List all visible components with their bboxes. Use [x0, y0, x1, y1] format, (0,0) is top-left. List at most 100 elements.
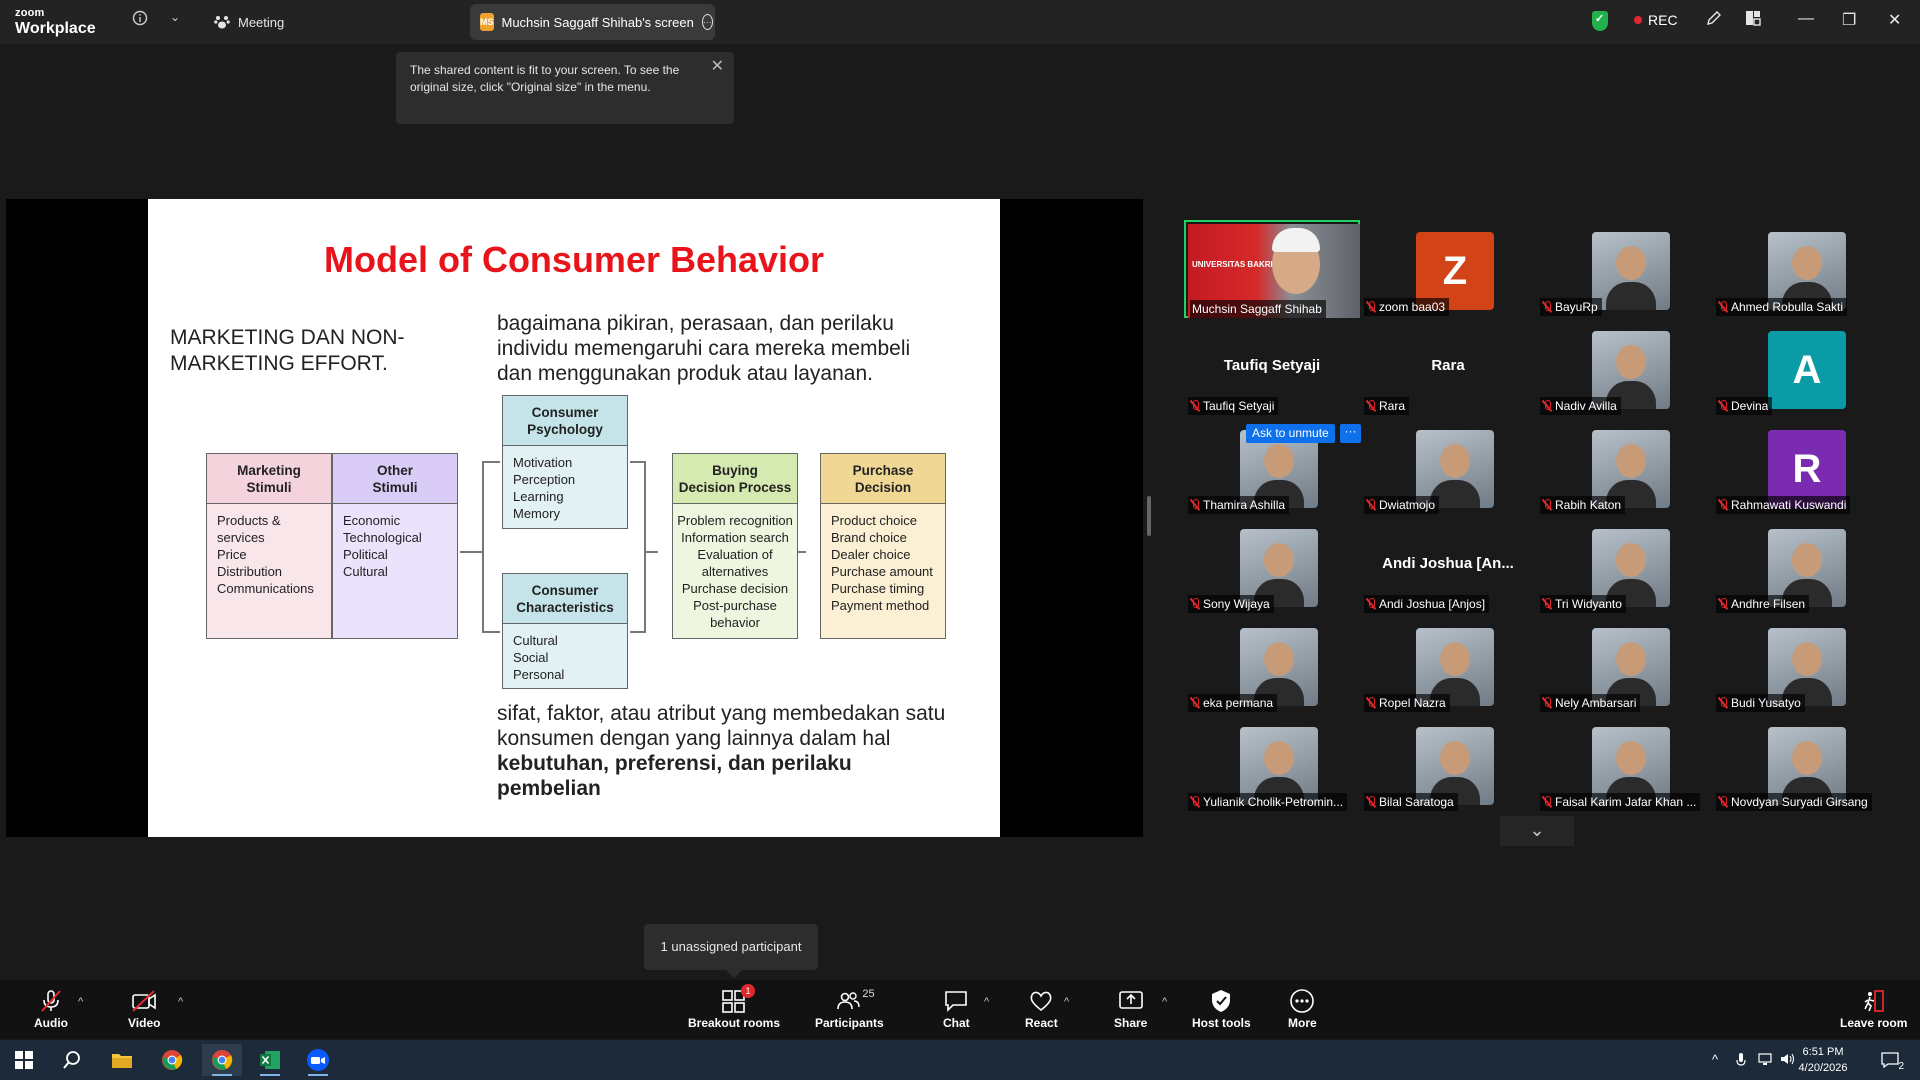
- participant-tile[interactable]: Novdyan Suryadi Girsang: [1712, 715, 1888, 813]
- participant-count: 25: [862, 988, 875, 1000]
- mic-muted-icon: [1718, 697, 1728, 709]
- chrome-icon[interactable]: [152, 1044, 192, 1076]
- breakout-rooms-button[interactable]: 1 Breakout rooms: [688, 984, 780, 1030]
- participant-tile[interactable]: Zzoom baa03: [1360, 220, 1536, 318]
- more-label: More: [1288, 1016, 1317, 1030]
- mic-muted-icon: [1542, 301, 1552, 313]
- audio-options-caret-icon[interactable]: ^: [78, 996, 83, 1008]
- participant-tile[interactable]: Bilal Saratoga: [1360, 715, 1536, 813]
- network-icon[interactable]: [1758, 1052, 1774, 1069]
- annotate-pen-icon[interactable]: [1706, 10, 1722, 31]
- chevron-down-icon[interactable]: ⌄: [170, 10, 180, 24]
- participant-name-label: Tri Widyanto: [1540, 595, 1626, 613]
- connector-line: [644, 461, 646, 633]
- box-body: Products & services Price Distribution C…: [217, 513, 314, 596]
- clock-date: 4/20/2026: [1798, 1062, 1848, 1074]
- meeting-button[interactable]: Meeting: [214, 10, 284, 34]
- participant-tile[interactable]: Ropel Nazra: [1360, 616, 1536, 714]
- participant-name: Dwiatmojo: [1379, 498, 1436, 512]
- system-clock[interactable]: 6:51 PM 4/20/2026: [1788, 1044, 1858, 1076]
- box-title: Decision: [854, 479, 912, 495]
- participant-display-name: Taufiq Setyaji: [1223, 357, 1321, 374]
- participant-tile[interactable]: Andi Joshua [An... Andi Joshua [Anjos]: [1360, 517, 1536, 615]
- tile-more-button[interactable]: ···: [1340, 424, 1361, 443]
- mic-muted-icon: [1366, 697, 1376, 709]
- participants-label: Participants: [815, 1016, 884, 1030]
- zoom-app-icon[interactable]: [298, 1044, 338, 1076]
- ask-to-unmute-button[interactable]: Ask to unmute: [1246, 424, 1335, 443]
- video-options-caret-icon[interactable]: ^: [178, 996, 183, 1008]
- file-explorer-icon[interactable]: [102, 1044, 142, 1076]
- participant-tile[interactable]: Faisal Karim Jafar Khan ...: [1536, 715, 1712, 813]
- chevron-down-icon: ⌄: [1529, 820, 1545, 840]
- chat-options-caret-icon[interactable]: ^: [984, 996, 989, 1008]
- chrome-profile-icon[interactable]: [202, 1044, 242, 1076]
- participant-tile[interactable]: A Devina: [1712, 319, 1888, 417]
- more-options-icon[interactable]: ···: [701, 14, 713, 30]
- windows-start-icon[interactable]: [4, 1044, 44, 1076]
- participant-name: BayuRp: [1555, 300, 1598, 314]
- other-stimuli-box: Other Stimuli Economic Technological Poli…: [332, 453, 458, 639]
- chat-button[interactable]: Chat: [943, 988, 970, 1030]
- participant-tile[interactable]: R Rahmawati Kuswandi: [1712, 418, 1888, 516]
- participant-name: Ropel Nazra: [1379, 696, 1446, 710]
- participant-tile[interactable]: Taufiq Setyaji Taufiq Setyaji: [1184, 319, 1360, 417]
- mic-muted-icon: [1542, 499, 1552, 511]
- participant-name-label: Andi Joshua [Anjos]: [1364, 595, 1490, 613]
- video-button[interactable]: Video: [128, 988, 160, 1030]
- participant-tile[interactable]: Nely Ambarsari: [1536, 616, 1712, 714]
- participants-button[interactable]: 25 Participants: [815, 988, 884, 1030]
- share-screen-tab[interactable]: MS Muchsin Saggaff Shihab's screen ···: [470, 4, 715, 40]
- search-icon[interactable]: [52, 1044, 92, 1076]
- participant-name-label: BayuRp: [1540, 298, 1602, 316]
- participant-tile[interactable]: BayuRp: [1536, 220, 1712, 318]
- react-label: React: [1025, 1016, 1058, 1030]
- leave-door-icon: [1861, 988, 1887, 1014]
- participant-name: Yulianik Cholik-Petromin...: [1203, 795, 1344, 809]
- react-options-caret-icon[interactable]: ^: [1064, 996, 1069, 1008]
- mic-muted-icon: [1190, 796, 1200, 808]
- host-tools-button[interactable]: Host tools: [1192, 988, 1251, 1030]
- shared-screen[interactable]: Model of Consumer Behavior MARKETING DAN…: [6, 199, 1143, 837]
- participant-name-label: Nadiv Avilla: [1540, 397, 1621, 415]
- mic-muted-icon: [1718, 400, 1728, 412]
- participant-tile[interactable]: Nadiv Avilla: [1536, 319, 1712, 417]
- leave-room-button[interactable]: Leave room: [1840, 988, 1907, 1030]
- gallery-next-page-button[interactable]: ⌄: [1500, 816, 1574, 846]
- share-options-caret-icon[interactable]: ^: [1162, 996, 1167, 1008]
- close-window-icon[interactable]: ✕: [1888, 10, 1901, 30]
- participant-tile[interactable]: Rabih Katon: [1536, 418, 1712, 516]
- participant-tile[interactable]: Yulianik Cholik-Petromin...: [1184, 715, 1360, 813]
- participant-tile[interactable]: Tri Widyanto: [1536, 517, 1712, 615]
- react-button[interactable]: React: [1025, 988, 1058, 1030]
- notifications-icon[interactable]: 2: [1870, 1044, 1910, 1076]
- participant-tile[interactable]: UNIVERSITAS BAKRIE Muchsin Saggaff Shihab: [1184, 220, 1360, 318]
- participant-name: Novdyan Suryadi Girsang: [1731, 795, 1868, 809]
- participant-tile[interactable]: Andhre Filsen: [1712, 517, 1888, 615]
- participant-tile[interactable]: Ahmed Robulla Sakti: [1712, 220, 1888, 318]
- audio-button[interactable]: Audio: [34, 988, 68, 1030]
- excel-icon[interactable]: [250, 1044, 290, 1076]
- participant-tile[interactable]: eka permana: [1184, 616, 1360, 714]
- minimize-icon[interactable]: —: [1798, 10, 1814, 28]
- more-button[interactable]: More: [1288, 988, 1317, 1030]
- restore-icon[interactable]: ❐: [1842, 10, 1856, 30]
- view-layout-icon[interactable]: [1745, 10, 1761, 31]
- participant-tile[interactable]: Dwiatmojo: [1360, 418, 1536, 516]
- participant-name: Sony Wijaya: [1203, 597, 1270, 611]
- security-shield-icon[interactable]: [1592, 11, 1608, 31]
- participant-name: Ahmed Robulla Sakti: [1731, 300, 1844, 314]
- tray-overflow-icon[interactable]: ^: [1712, 1052, 1718, 1067]
- box-title: Purchase: [852, 462, 914, 478]
- split-resize-handle[interactable]: [1147, 496, 1151, 536]
- close-icon[interactable]: ✕: [711, 58, 724, 75]
- video-label: Video: [128, 1016, 161, 1030]
- breakout-rooms-icon: 1: [721, 984, 756, 1014]
- share-button[interactable]: Share: [1114, 988, 1147, 1030]
- microphone-tray-icon[interactable]: [1736, 1052, 1746, 1071]
- participant-tile[interactable]: Rara Rara: [1360, 319, 1536, 417]
- participant-tile[interactable]: Sony Wijaya: [1184, 517, 1360, 615]
- recording-indicator[interactable]: REC: [1634, 12, 1678, 28]
- info-icon[interactable]: [132, 10, 148, 30]
- participant-tile[interactable]: Budi Yusatyo: [1712, 616, 1888, 714]
